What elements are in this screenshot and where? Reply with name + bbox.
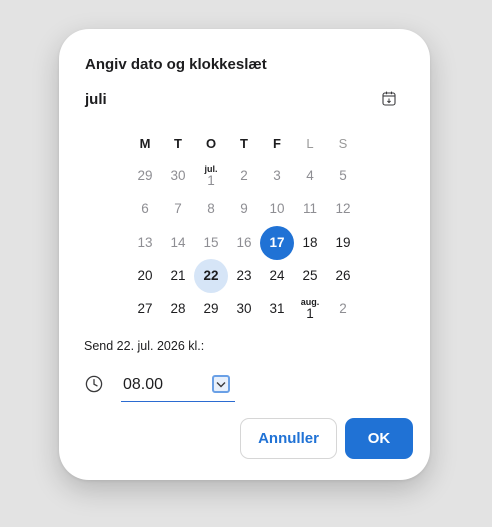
send-date-text: Send 22. jul. 2026 kl.: <box>84 339 205 353</box>
calendar-day[interactable]: 20 <box>128 259 162 293</box>
calendar-day[interactable]: 29 <box>194 292 228 326</box>
day-number: 19 <box>335 235 351 250</box>
day-number: 15 <box>203 235 219 250</box>
calendar-day[interactable]: 9 <box>227 192 261 226</box>
day-number: 28 <box>170 301 186 316</box>
calendar-day[interactable]: 29 <box>128 159 162 193</box>
calendar-day[interactable]: 4 <box>293 159 327 193</box>
weekday-label: F <box>273 136 281 151</box>
calendar-day[interactable]: 28 <box>161 292 195 326</box>
calendar-day[interactable]: 30 <box>161 159 195 193</box>
calendar-day[interactable]: 13 <box>128 226 162 260</box>
day-number: 25 <box>302 268 318 283</box>
dialog-title: Angiv dato og klokkeslæt <box>85 56 267 73</box>
cancel-button[interactable]: Annuller <box>240 418 337 459</box>
day-number: 7 <box>174 201 182 216</box>
day-number: 22 <box>203 268 219 283</box>
calendar-day[interactable]: 19 <box>326 226 360 260</box>
calendar-day[interactable]: 6 <box>128 192 162 226</box>
day-number: 8 <box>207 201 215 216</box>
weekday-label: T <box>240 136 248 151</box>
weekday-label: O <box>205 136 217 151</box>
calendar-day[interactable]: 12 <box>326 192 360 226</box>
day-number: 16 <box>236 235 252 250</box>
day-number: 2 <box>240 168 248 183</box>
day-number: 29 <box>137 168 153 183</box>
calendar-day[interactable]: 10 <box>260 192 294 226</box>
calendar-day[interactable]: 27 <box>128 292 162 326</box>
day-number: 2 <box>339 301 347 316</box>
day-number: 21 <box>170 268 186 283</box>
calendar-day[interactable]: 3 <box>260 159 294 193</box>
calendar-day[interactable]: 23 <box>227 259 261 293</box>
day-number: 29 <box>203 301 219 316</box>
day-number: 10 <box>269 201 285 216</box>
day-number: 13 <box>137 235 153 250</box>
date-time-dialog: Angiv dato og klokkeslæt juli MTOTFLS 29… <box>59 29 430 480</box>
month-label: juli <box>85 91 107 108</box>
calendar-day[interactable]: 24 <box>260 259 294 293</box>
day-number: 1 <box>207 172 215 188</box>
chevron-down-icon <box>216 381 226 387</box>
calendar-icon[interactable] <box>382 91 396 106</box>
day-number: 14 <box>170 235 186 250</box>
ok-button[interactable]: OK <box>345 418 413 459</box>
day-number: 1 <box>306 305 314 321</box>
time-dropdown-button[interactable] <box>212 375 230 393</box>
day-number: 4 <box>306 168 314 183</box>
day-number: 5 <box>339 168 347 183</box>
calendar-day[interactable]: 2 <box>227 159 261 193</box>
calendar-day[interactable]: 31 <box>260 292 294 326</box>
calendar-day[interactable]: 18 <box>293 226 327 260</box>
calendar-day[interactable]: 25 <box>293 259 327 293</box>
day-number: 30 <box>170 168 186 183</box>
day-number: 18 <box>302 235 318 250</box>
calendar-day[interactable]: aug. 1 <box>293 292 327 326</box>
calendar-day[interactable]: 15 <box>194 226 228 260</box>
day-number: 30 <box>236 301 252 316</box>
day-number: 24 <box>269 268 285 283</box>
calendar-day[interactable]: 2 <box>326 292 360 326</box>
weekday-label: S <box>338 136 348 151</box>
calendar-day[interactable]: 14 <box>161 226 195 260</box>
calendar-day[interactable]: 8 <box>194 192 228 226</box>
day-number: 26 <box>335 268 351 283</box>
calendar-day[interactable]: 26 <box>326 259 360 293</box>
weekday-label: L <box>306 136 314 151</box>
day-number: 27 <box>137 301 153 316</box>
time-value: 08.00 <box>123 376 164 393</box>
calendar-day[interactable]: 22 <box>194 259 228 293</box>
calendar-day[interactable]: jul. 1 <box>194 159 228 193</box>
day-number: 12 <box>335 201 351 216</box>
day-number: 3 <box>273 168 281 183</box>
day-number: 17 <box>269 235 285 250</box>
day-number: 31 <box>269 301 285 316</box>
calendar-day[interactable]: 5 <box>326 159 360 193</box>
day-number: 20 <box>137 268 153 283</box>
calendar-day[interactable]: 11 <box>293 192 327 226</box>
day-number: 23 <box>236 268 252 283</box>
clock-icon <box>85 375 103 393</box>
calendar-day[interactable]: 7 <box>161 192 195 226</box>
weekday-label: T <box>174 136 182 151</box>
day-number: 11 <box>302 201 317 216</box>
day-number: 9 <box>240 201 248 216</box>
day-number: 6 <box>141 201 149 216</box>
calendar-day[interactable]: 21 <box>161 259 195 293</box>
calendar-day[interactable]: 17 <box>260 226 294 260</box>
calendar-day[interactable]: 30 <box>227 292 261 326</box>
calendar-day[interactable]: 16 <box>227 226 261 260</box>
time-input[interactable]: 08.00 <box>121 373 235 402</box>
weekday-label: M <box>139 136 151 151</box>
